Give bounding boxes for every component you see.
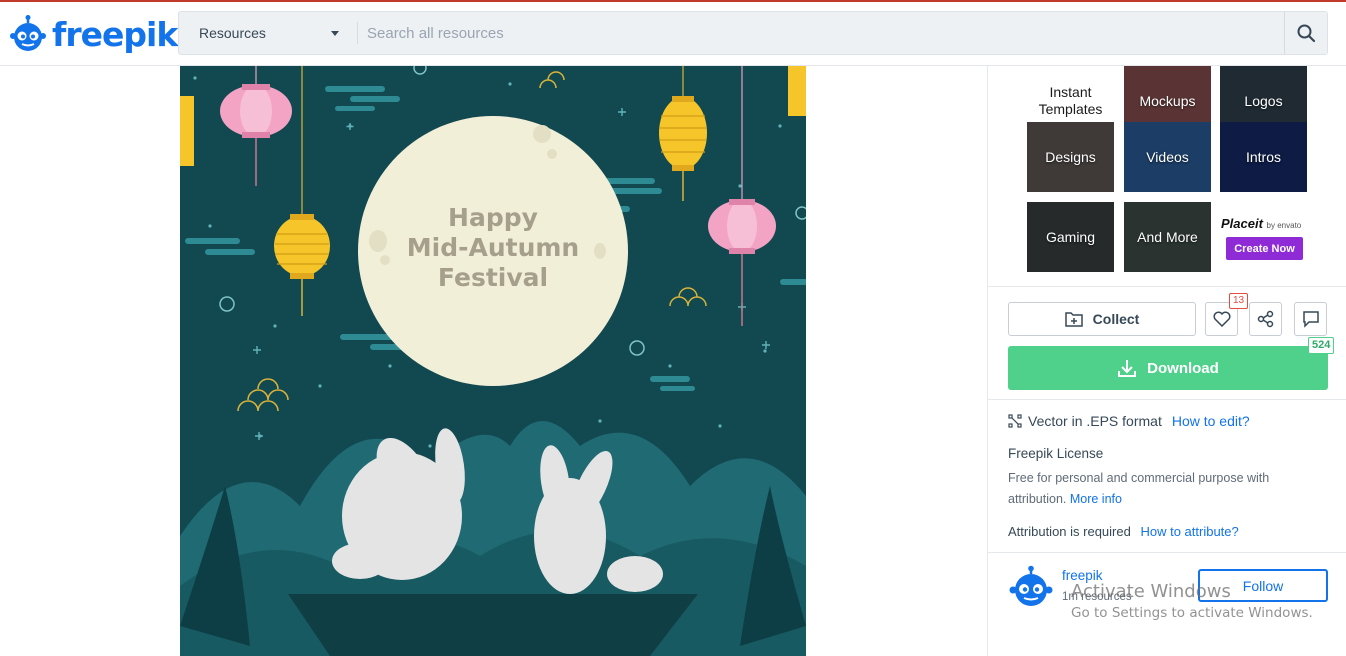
more-info-link[interactable]: More info [1070, 492, 1122, 506]
windows-activation-watermark: Activate Windows Go to Settings to activ… [1071, 581, 1313, 621]
activation-title: Activate Windows [1071, 581, 1231, 602]
download-count-badge: 524 [1308, 337, 1335, 354]
vector-icon [1008, 414, 1022, 428]
license-title: Freepik License [1008, 446, 1104, 461]
search-bar: Resources [178, 11, 1328, 55]
site-header: freepik Resources [0, 2, 1346, 66]
promo-tile-videos[interactable]: Videos [1124, 122, 1211, 192]
promo-tile-gaming[interactable]: Gaming [1027, 202, 1114, 272]
how-to-edit-link[interactable]: How to edit? [1172, 413, 1250, 429]
how-to-attribute-link[interactable]: How to attribute? [1140, 524, 1238, 539]
freepik-mascot-icon [10, 15, 46, 51]
placeit-logo[interactable]: Placeit by envato [1221, 216, 1301, 231]
comment-icon [1302, 311, 1319, 328]
license-description: Free for personal and commercial purpose… [1008, 468, 1308, 510]
mid-autumn-illustration: Happy Mid-Autumn Festival [180, 66, 806, 656]
divider [988, 286, 1346, 287]
share-icon [1257, 310, 1273, 328]
download-icon [1118, 360, 1137, 377]
logo-text: freepik [52, 14, 178, 54]
promo-tile-designs[interactable]: Designs [1027, 122, 1114, 192]
resource-sidebar: Instant Templates Mockups Logos Designs … [987, 66, 1346, 656]
headline-line1: Happy [448, 203, 538, 232]
search-input[interactable] [367, 20, 1267, 46]
freepik-logo[interactable]: freepik [8, 12, 178, 56]
license-description-text: Free for personal and commercial purpose… [1008, 471, 1270, 506]
activation-subtitle: Go to Settings to activate Windows. [1071, 605, 1313, 621]
author-avatar[interactable] [1008, 565, 1054, 609]
download-label: Download [1147, 359, 1219, 377]
attribution-required-text: Attribution is required [1008, 524, 1131, 539]
download-button[interactable]: Download [1008, 346, 1328, 390]
like-count-badge: 13 [1229, 293, 1249, 309]
comment-button[interactable] [1294, 302, 1327, 336]
collect-button[interactable]: Collect [1008, 302, 1196, 336]
resource-type-label: Resources [199, 25, 266, 41]
search-button[interactable] [1284, 12, 1327, 54]
promo-tile-intros[interactable]: Intros [1220, 122, 1307, 192]
chevron-down-icon [331, 31, 339, 36]
search-divider [357, 22, 358, 44]
attribution-row: Attribution is required How to attribute… [1008, 524, 1239, 539]
heart-icon [1213, 311, 1230, 327]
search-icon [1297, 24, 1316, 43]
promo-tile-and-more[interactable]: And More [1124, 202, 1211, 272]
format-text: Vector in .EPS format [1028, 413, 1162, 429]
share-button[interactable] [1249, 302, 1282, 336]
headline-line2: Mid-Autumn [407, 233, 579, 262]
resource-preview-image[interactable]: Happy Mid-Autumn Festival [180, 66, 806, 656]
collect-label: Collect [1092, 311, 1140, 327]
divider [988, 399, 1346, 400]
headline-line3: Festival [438, 263, 548, 292]
create-now-button[interactable]: Create Now [1226, 237, 1303, 260]
format-row: Vector in .EPS format How to edit? [1008, 413, 1250, 429]
divider [988, 552, 1346, 553]
folder-plus-icon [1064, 312, 1083, 327]
resource-type-select[interactable]: Resources [179, 12, 357, 54]
